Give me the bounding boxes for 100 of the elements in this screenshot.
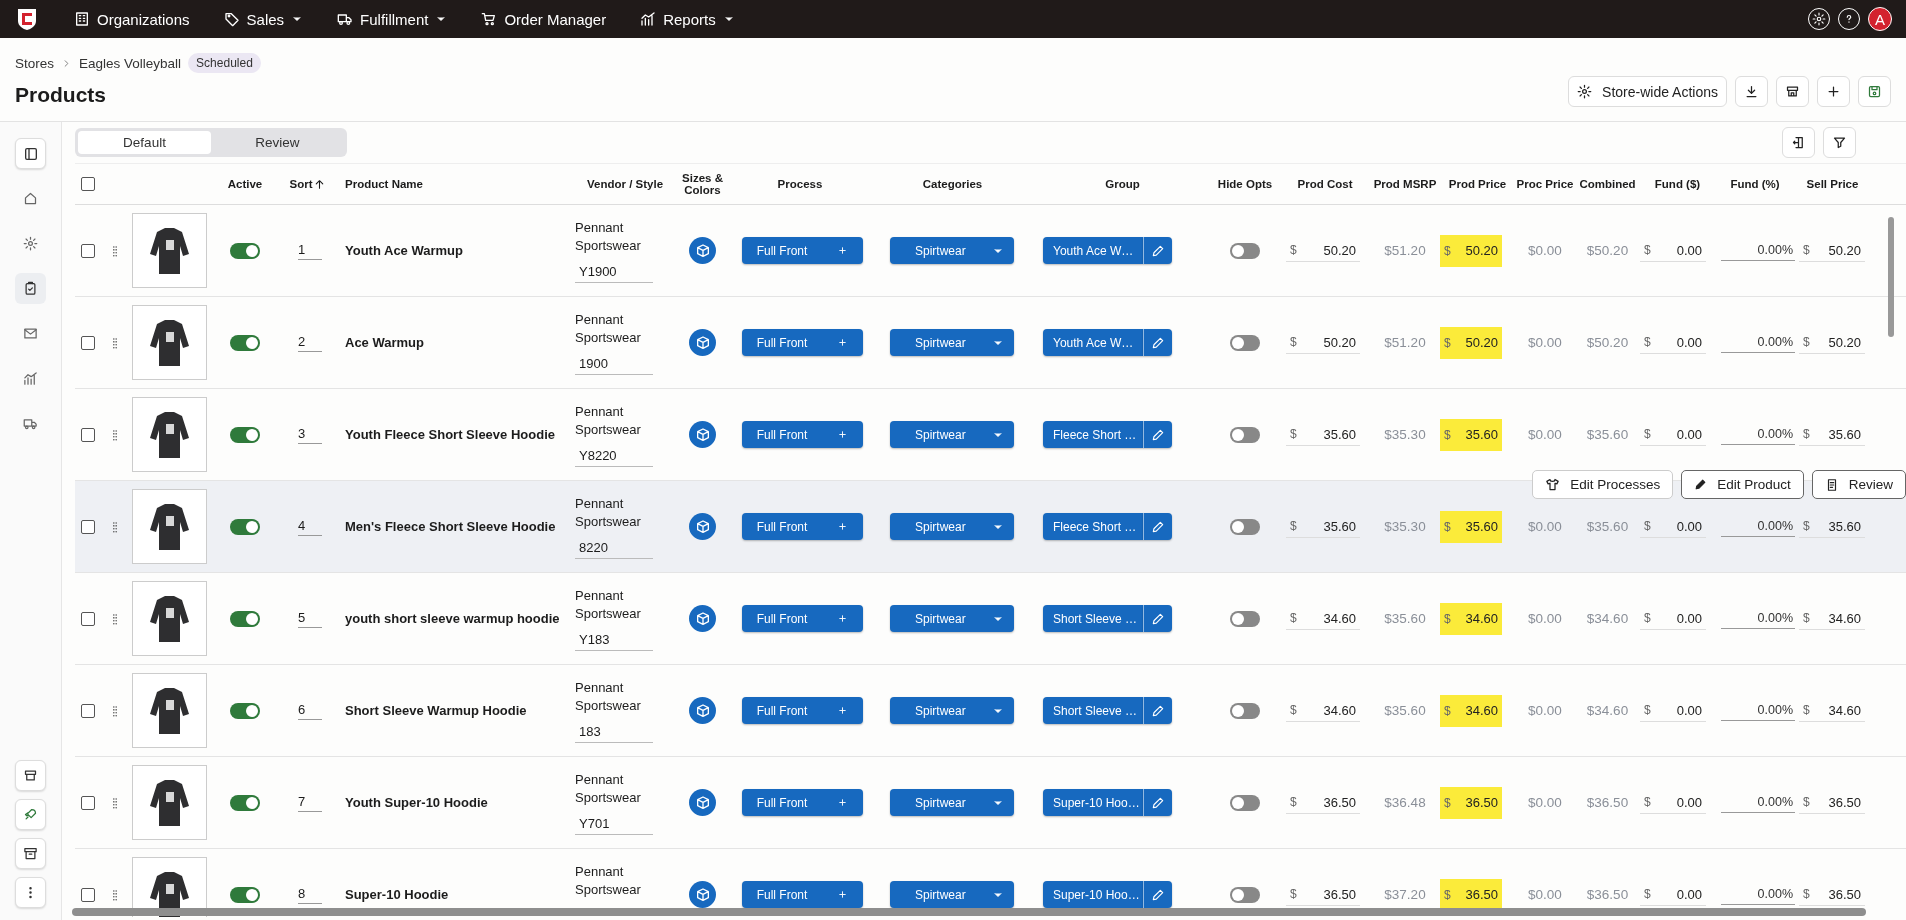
hide-options-toggle[interactable] <box>1230 702 1260 719</box>
sizes-colors-button[interactable] <box>689 513 716 540</box>
price-field[interactable]: $ 50.20 <box>1286 239 1360 262</box>
fund-percent-field[interactable]: 0.00% <box>1721 884 1795 905</box>
fund-percent-field[interactable]: 0.00% <box>1721 608 1795 629</box>
style-field[interactable]: Y701 <box>575 813 653 835</box>
price-field[interactable]: $ 0.00 <box>1640 515 1706 538</box>
sort-field[interactable]: 1 <box>298 241 322 260</box>
column-header[interactable]: Prod Price <box>1448 178 1507 190</box>
active-toggle[interactable] <box>230 334 260 351</box>
category-dropdown[interactable]: Spirtwear <box>890 329 1014 356</box>
fund-percent-field[interactable]: 0.00% <box>1721 700 1795 721</box>
column-header[interactable]: Fund (%) <box>1730 178 1780 190</box>
price-field[interactable]: $ 35.60 <box>1440 418 1502 451</box>
save-button[interactable] <box>1858 76 1891 107</box>
sizes-colors-button[interactable] <box>689 329 716 356</box>
select-all-checkbox[interactable] <box>81 177 95 191</box>
category-dropdown[interactable]: Spirtwear <box>890 237 1014 264</box>
price-field[interactable]: $ 0.00 <box>1640 607 1706 630</box>
style-field[interactable]: 1900 <box>575 353 653 375</box>
column-header[interactable]: Sell Price <box>1806 178 1859 190</box>
active-toggle[interactable] <box>230 794 260 811</box>
row-checkbox[interactable] <box>81 703 95 718</box>
sizes-colors-button[interactable] <box>689 421 716 448</box>
price-field[interactable]: $ 34.60 <box>1799 607 1865 630</box>
style-field[interactable]: 8220 <box>575 537 653 559</box>
edit-group-button[interactable] <box>1143 881 1172 908</box>
column-header[interactable]: Fund ($) <box>1654 178 1701 190</box>
review-button[interactable]: Review <box>1811 470 1906 499</box>
filter-button[interactable] <box>1823 127 1856 158</box>
price-field[interactable]: $ 36.50 <box>1286 883 1360 906</box>
row-checkbox[interactable] <box>81 519 95 534</box>
fund-percent-field[interactable]: 0.00% <box>1721 424 1795 445</box>
style-field[interactable]: 183 <box>575 721 653 743</box>
price-field[interactable]: $ 50.20 <box>1799 239 1865 262</box>
process-button[interactable]: Full Front <box>742 513 863 540</box>
column-header[interactable]: Hide Opts <box>1217 178 1273 190</box>
sizes-colors-button[interactable] <box>689 605 716 632</box>
price-field[interactable]: $ 0.00 <box>1640 331 1706 354</box>
archive-button[interactable] <box>15 838 46 869</box>
price-field[interactable]: $ 35.60 <box>1440 510 1502 543</box>
sidebar-item[interactable] <box>15 273 46 304</box>
fund-percent-field[interactable]: 0.00% <box>1721 792 1795 813</box>
price-field[interactable]: $ 34.60 <box>1440 602 1502 635</box>
active-toggle[interactable] <box>230 610 260 627</box>
hide-options-toggle[interactable] <box>1230 794 1260 811</box>
price-field[interactable]: $ 50.20 <box>1286 331 1360 354</box>
breadcrumb-link[interactable]: Stores <box>15 55 55 71</box>
group-dropdown[interactable]: Fleece Short … <box>1043 421 1143 448</box>
active-toggle[interactable] <box>230 426 260 443</box>
store-button[interactable] <box>1776 76 1809 107</box>
price-field[interactable]: $ 36.50 <box>1440 878 1502 911</box>
column-header[interactable]: Proc Price <box>1516 178 1574 190</box>
process-button[interactable]: Full Front <box>742 881 863 908</box>
active-toggle[interactable] <box>230 702 260 719</box>
group-dropdown[interactable]: Short Sleeve … <box>1043 605 1143 632</box>
category-dropdown[interactable]: Spirtwear <box>890 513 1014 540</box>
group-dropdown[interactable]: Youth Ace W… <box>1043 237 1143 264</box>
fund-percent-field[interactable]: 0.00% <box>1721 516 1795 537</box>
column-header[interactable]: Product Name <box>345 178 423 190</box>
hide-options-toggle[interactable] <box>1230 334 1260 351</box>
columns-button[interactable] <box>1782 127 1815 158</box>
price-field[interactable]: $ 50.20 <box>1440 326 1502 359</box>
price-field[interactable]: $ 0.00 <box>1640 883 1706 906</box>
store-button[interactable] <box>15 760 46 791</box>
hide-options-toggle[interactable] <box>1230 426 1260 443</box>
category-dropdown[interactable]: Spirtwear <box>890 421 1014 448</box>
sidebar-toggle[interactable] <box>15 138 46 169</box>
price-field[interactable]: $ 36.50 <box>1799 791 1865 814</box>
column-header[interactable]: Sort <box>289 178 313 190</box>
sizes-colors-button[interactable] <box>689 237 716 264</box>
user-avatar[interactable]: A <box>1868 7 1892 31</box>
sort-field[interactable]: 3 <box>298 425 322 444</box>
price-field[interactable]: $ 50.20 <box>1799 331 1865 354</box>
category-dropdown[interactable]: Spirtwear <box>890 605 1014 632</box>
sort-field[interactable]: 5 <box>298 609 322 628</box>
row-checkbox[interactable] <box>81 887 95 902</box>
sort-field[interactable]: 4 <box>298 517 322 536</box>
column-header[interactable]: Categories <box>922 178 983 190</box>
price-field[interactable]: $ 36.50 <box>1440 786 1502 819</box>
price-field[interactable]: $ 34.60 <box>1799 699 1865 722</box>
download-button[interactable] <box>1735 76 1768 107</box>
group-dropdown[interactable]: Fleece Short … <box>1043 513 1143 540</box>
price-field[interactable]: $ 0.00 <box>1640 423 1706 446</box>
edit-group-button[interactable] <box>1143 789 1172 816</box>
column-header[interactable]: Prod Cost <box>1297 178 1353 190</box>
price-field[interactable]: $ 0.00 <box>1640 239 1706 262</box>
price-field[interactable]: $ 34.60 <box>1286 699 1360 722</box>
process-button[interactable]: Full Front <box>742 605 863 632</box>
edit-product-button[interactable]: Edit Product <box>1681 470 1804 499</box>
category-dropdown[interactable]: Spirtwear <box>890 697 1014 724</box>
price-field[interactable]: $ 36.50 <box>1286 791 1360 814</box>
sizes-colors-button[interactable] <box>689 881 716 908</box>
store-actions-button[interactable]: Store-wide Actions <box>1568 76 1727 107</box>
column-header[interactable]: Vendor / Style <box>586 178 664 190</box>
active-toggle[interactable] <box>230 886 260 903</box>
edit-group-button[interactable] <box>1143 513 1172 540</box>
nav-item[interactable]: Order Manager <box>481 10 607 28</box>
sizes-colors-button[interactable] <box>689 789 716 816</box>
category-dropdown[interactable]: Spirtwear <box>890 789 1014 816</box>
